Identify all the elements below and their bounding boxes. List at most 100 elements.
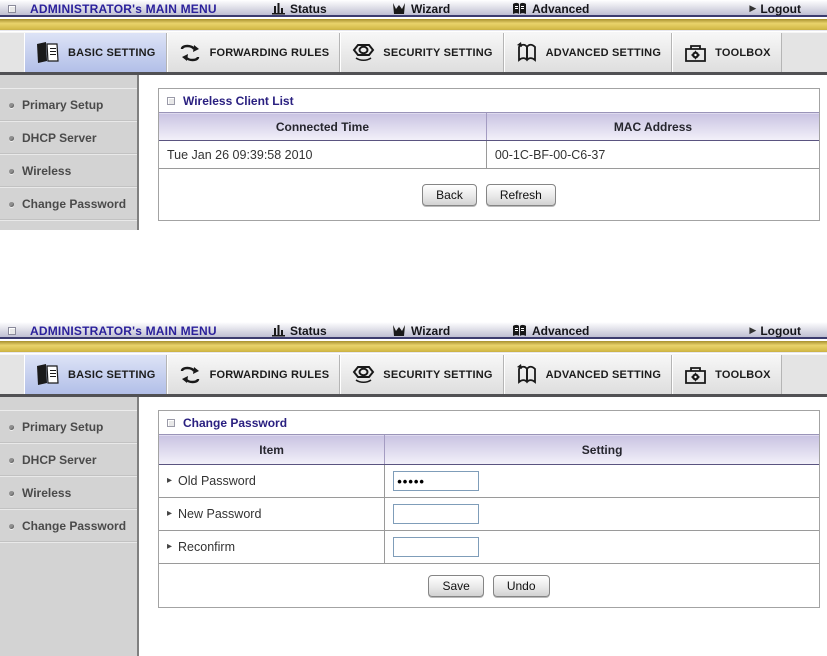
menu-item-wizard[interactable]: Wizard [392,1,450,16]
advanced-icon [513,324,526,336]
button-row: Save Undo [159,564,819,607]
bullet-icon [9,201,14,207]
advanced-icon [513,2,526,14]
table-row-old-password: ▸ Old Password [159,464,819,498]
sidebar-item-label: Primary Setup [22,98,104,112]
advanced-setting-icon [516,363,536,384]
tab-security-setting[interactable]: SECURITY SETTING [340,33,504,72]
body-area: Primary Setup DHCP Server Wireless Chang… [0,397,827,656]
tab-advanced-setting[interactable]: ADVANCED SETTING [503,355,673,394]
wizard-icon [393,3,405,14]
tab-label: SECURITY SETTING [383,46,493,59]
panel-title-square-icon [167,96,175,105]
menu-item-label: Advanced [532,323,590,338]
panel-title-row: Change Password [159,411,819,434]
logout-arrow-icon: ▶ [749,325,757,335]
menu-item-advanced[interactable]: Advanced [512,1,589,16]
panel-title: Change Password [183,415,288,430]
sidebar-item-primary-setup[interactable]: Primary Setup [0,411,137,444]
logout-button[interactable]: ▶ Logout [749,1,801,16]
screen-change-password: ADMINISTRATOR's MAIN MENU Status Wizard … [0,322,827,656]
menu-square-icon [8,327,16,335]
tab-basic-setting[interactable]: BASIC SETTING [24,355,167,394]
sidebar-item-dhcp-server[interactable]: DHCP Server [0,122,137,155]
tab-forwarding-rules[interactable]: FORWARDING RULES [166,355,341,394]
table-row: Tue Jan 26 09:39:58 2010 00-1C-BF-00-C6-… [159,140,819,169]
sidebar-item-label: Wireless [22,486,72,500]
menu-item-label: Status [290,323,327,338]
toolbox-icon [685,366,706,384]
tab-bar: BASIC SETTING FORWARDING RULES SECURITY … [0,32,827,75]
status-icon [272,3,285,15]
tab-label: TOOLBOX [715,368,771,381]
bullet-icon [9,457,14,463]
tab-spacer [0,355,24,394]
menu-item-wizard[interactable]: Wizard [392,323,450,338]
tab-label: FORWARDING RULES [209,46,330,59]
col-header-setting: Setting [384,434,819,465]
basic-setting-icon [37,41,59,63]
table-row-new-password: ▸ New Password [159,497,819,531]
bullet-icon [9,168,14,174]
tab-advanced-setting[interactable]: ADVANCED SETTING [503,33,673,72]
col-header-item: Item [159,434,385,465]
table-header-row: Item Setting [159,434,819,465]
advanced-setting-icon [516,41,536,62]
tab-label: ADVANCED SETTING [545,368,662,381]
menu-item-advanced[interactable]: Advanced [512,323,589,338]
reconfirm-input[interactable] [393,537,480,557]
table-header-row: Connected Time MAC Address [159,112,819,141]
panel-change-password: Change Password Item Setting ▸ Old Passwo… [158,410,820,608]
refresh-button[interactable]: Refresh [485,183,556,206]
menu-item-label: Wizard [411,1,451,16]
row-label: ▸ Reconfirm [167,540,384,554]
back-button[interactable]: Back [422,183,477,206]
sidebar-item-change-password[interactable]: Change Password [0,510,137,543]
menu-item-status[interactable]: Status [272,1,327,16]
new-password-input[interactable] [393,504,480,524]
tab-security-setting[interactable]: SECURITY SETTING [340,355,504,394]
body-area: Primary Setup DHCP Server Wireless Chang… [0,75,827,230]
field-label-reconfirm: Reconfirm [178,540,235,554]
row-marker-icon: ▸ [167,508,173,519]
tab-label: SECURITY SETTING [383,368,493,381]
sidebar-gap [0,75,137,89]
undo-button[interactable]: Undo [492,574,550,597]
row-marker-icon: ▸ [167,541,173,552]
tab-basic-setting[interactable]: BASIC SETTING [24,33,167,72]
menu-item-status[interactable]: Status [272,323,327,338]
top-menu-bar: ADMINISTRATOR's MAIN MENU Status Wizard … [0,0,827,17]
tab-forwarding-rules[interactable]: FORWARDING RULES [166,33,341,72]
sidebar-item-primary-setup[interactable]: Primary Setup [0,89,137,122]
sidebar: Primary Setup DHCP Server Wireless Chang… [0,75,139,230]
sidebar-item-change-password[interactable]: Change Password [0,188,137,221]
col-header-mac-address: MAC Address [485,112,819,141]
tab-toolbox[interactable]: TOOLBOX [672,355,782,394]
logout-label: Logout [760,1,801,16]
sidebar-item-label: Wireless [22,164,72,178]
sidebar-item-wireless[interactable]: Wireless [0,477,137,510]
toolbox-icon [685,44,706,62]
menu-item-label: Status [290,1,327,16]
forwarding-rules-icon [180,44,199,61]
panel-title-square-icon [167,418,175,427]
status-icon [272,325,285,337]
main-menu-title: ADMINISTRATOR's MAIN MENU [30,2,217,16]
save-button[interactable]: Save [428,574,484,597]
sidebar-item-dhcp-server[interactable]: DHCP Server [0,444,137,477]
tab-toolbox[interactable]: TOOLBOX [672,33,782,72]
bullet-icon [9,135,14,141]
screen-wireless-client-list: ADMINISTRATOR's MAIN MENU Status Wizard … [0,0,827,230]
sidebar-item-label: Change Password [22,197,127,211]
cell-connected-time: Tue Jan 26 09:39:58 2010 [159,140,487,169]
sidebar-item-wireless[interactable]: Wireless [0,155,137,188]
tab-bar: BASIC SETTING FORWARDING RULES SECURITY … [0,354,827,397]
panel-title: Wireless Client List [183,93,294,108]
logout-button[interactable]: ▶ Logout [749,323,801,338]
gold-divider-bar [0,19,827,31]
sidebar-item-label: Change Password [22,519,127,533]
change-password-table: Item Setting ▸ Old Password ▸ New Password… [159,434,819,564]
old-password-input[interactable] [393,471,480,491]
logout-arrow-icon: ▶ [749,3,757,13]
security-setting-icon [353,43,375,61]
